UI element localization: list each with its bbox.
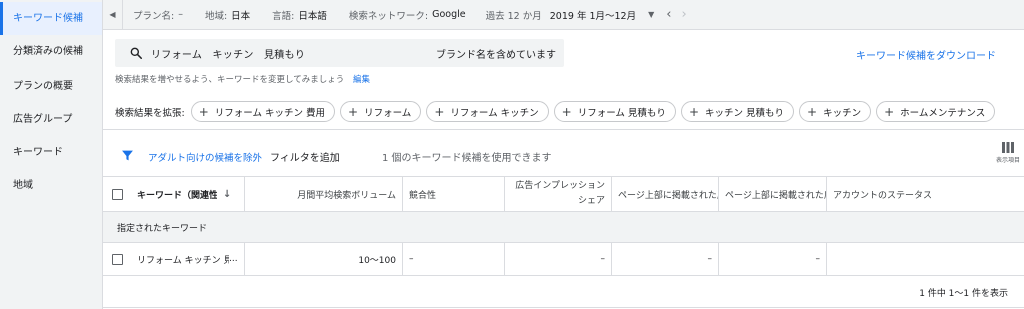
select-all-checkbox[interactable] [111, 188, 123, 200]
network-label: 検索ネットワーク: [348, 10, 429, 22]
expand-chip[interactable]: + リフォーム [340, 101, 422, 122]
expand-results-row: 検索結果を拡張: + リフォーム キッチン 費用 + リフォーム + リフォーム キッ… [103, 94, 1024, 130]
sidebar-item-plan-overview[interactable]: プランの概要 [0, 70, 102, 103]
location-label: 地域: [204, 10, 228, 22]
location-setting[interactable]: 地域: 日本 [205, 8, 250, 22]
cell-competition: – [403, 243, 505, 275]
sidebar-item-keyword-ideas[interactable]: キーワード候補 [0, 2, 102, 35]
expand-chip[interactable]: + リフォーム キッチン 費用 [190, 101, 336, 122]
chip-label: リフォーム 見積もり [577, 107, 666, 119]
column-impression-share[interactable]: 広告インプレッション シェア [505, 177, 612, 211]
plan-name[interactable]: プラン名: – [133, 8, 183, 22]
plan-settings-bar: ◀ プラン名: – 地域: 日本 言語: 日本語 検索ネットワーク: Googl… [103, 0, 1024, 30]
expand-chip[interactable]: + キッチン 見積もり [680, 101, 795, 122]
column-top-bid-high[interactable]: ページ上部に掲載された広告の入札単価（高額帯） [719, 177, 827, 211]
row-checkbox[interactable] [111, 253, 123, 265]
cell-account-status [827, 243, 1024, 275]
chip-label: リフォーム キッチン [450, 107, 539, 119]
cell-keyword: リフォーム キッチン 見積もり... [131, 243, 245, 275]
sidebar-item-keywords[interactable]: キーワード [0, 136, 102, 169]
chip-label: リフォーム [364, 107, 412, 119]
chip-label: キッチン [823, 107, 862, 119]
column-top-bid-low[interactable]: ページ上部に掲載された広告の入札単価（低額帯） [612, 177, 719, 211]
network-setting[interactable]: 検索ネットワーク: Google [349, 8, 466, 22]
columns-icon [1002, 142, 1014, 153]
expand-chip[interactable]: + リフォーム 見積もり [553, 101, 676, 122]
search-hint: 検索結果を増やせるよう、キーワードを変更してみましょう 編集 [115, 73, 370, 85]
keyword-text: リフォーム キッチン 見積もり [137, 255, 229, 266]
column-volume[interactable]: 月間平均検索ボリューム [245, 177, 403, 211]
chip-label: リフォーム キッチン 費用 [214, 107, 326, 119]
location-value: 日本 [231, 10, 251, 22]
language-setting[interactable]: 言語: 日本語 [272, 8, 327, 22]
columns-button[interactable]: 表示項目 [996, 142, 1020, 164]
plus-icon: + [884, 104, 895, 119]
keyword-search-box[interactable]: リフォーム キッチン 見積もり ブランド名を含めています [115, 39, 564, 67]
chevron-right-icon[interactable]: › [681, 7, 686, 22]
sidebar: キーワード候補 分類済みの候補 プランの概要 広告グループ キーワード 地域 [0, 0, 103, 309]
pagination-summary: 1 件中 1〜1 件を表示 [919, 289, 1008, 299]
plan-name-label: プラン名: [133, 10, 175, 22]
triangle-left-icon: ◀ [109, 10, 116, 19]
section-specified-keywords: 指定されたキーワード [103, 212, 1024, 243]
columns-label: 表示項目 [996, 157, 1021, 164]
column-keyword-label: キーワード（関連性によって並べ替え） [137, 190, 217, 201]
chevron-left-icon[interactable]: ‹ [666, 7, 671, 22]
plus-icon: + [434, 104, 445, 119]
exclude-adult-filter[interactable]: アダルト向けの候補を除外 [148, 150, 262, 164]
search-icon [130, 47, 143, 60]
row-checkbox-cell [103, 243, 131, 275]
keyword-table: キーワード（関連性によって並べ替え） ↓ 月間平均検索ボリューム 競合性 広告イ… [103, 176, 1024, 276]
period-range: 2019 年 1月〜12月 [549, 10, 637, 22]
header-checkbox-cell [103, 177, 131, 211]
table-header: キーワード（関連性によって並べ替え） ↓ 月間平均検索ボリューム 競合性 広告イ… [103, 176, 1024, 212]
search-section: リフォーム キッチン 見積もり ブランド名を含めています キーワード候補をダウン… [103, 30, 1024, 90]
period-label: 過去 12 か月 [485, 10, 542, 22]
plus-icon: + [688, 104, 699, 119]
cell-top-bid-low: – [612, 243, 719, 275]
sidebar-item-grouped-ideas[interactable]: 分類済みの候補 [0, 35, 102, 68]
plus-icon: + [561, 104, 572, 119]
column-account-status[interactable]: アカウントのステータス [827, 177, 1024, 211]
search-query: リフォーム キッチン 見積もり [151, 49, 306, 61]
date-navigation: ‹ › [666, 7, 686, 22]
column-impression-share-label: 広告インプレッション シェア [515, 181, 605, 206]
cell-volume: 10〜100 [245, 243, 403, 275]
ellipsis: ... [229, 254, 238, 264]
expand-chip[interactable]: + キッチン [799, 101, 872, 122]
table-row: リフォーム キッチン 見積もり... 10〜100 – – – – [103, 243, 1024, 276]
language-label: 言語: [272, 10, 295, 22]
dropdown-caret-icon: ▼ [648, 10, 655, 19]
plus-icon: + [198, 104, 209, 119]
language-value: 日本語 [298, 10, 327, 22]
edit-link[interactable]: 編集 [353, 75, 370, 85]
expand-chip[interactable]: + ホームメンテナンス [876, 101, 996, 122]
cell-impression-share: – [505, 243, 612, 275]
filter-icon[interactable] [121, 149, 134, 162]
sort-arrow-down-icon[interactable]: ↓ [223, 189, 231, 200]
search-hint-text: 検索結果を増やせるよう、キーワードを変更してみましょう [115, 75, 345, 85]
chip-label: ホームメンテナンス [900, 107, 986, 119]
sidebar-item-ad-groups[interactable]: 広告グループ [0, 103, 102, 136]
ideas-count-note: 1 個のキーワード候補を使用できます [382, 153, 552, 164]
date-range-selector[interactable]: 過去 12 か月 2019 年 1月〜12月 ▼ [486, 8, 655, 22]
cell-top-bid-high: – [719, 243, 827, 275]
collapse-sidebar-button[interactable]: ◀ [103, 0, 123, 30]
plus-icon: + [807, 104, 818, 119]
download-keyword-ideas-link[interactable]: キーワード候補をダウンロード [856, 47, 996, 62]
filter-row: アダルト向けの候補を除外 フィルタを追加 1 個のキーワード候補を使用できます … [103, 138, 1024, 174]
expand-label: 検索結果を拡張: [115, 107, 185, 119]
network-value: Google [432, 9, 466, 20]
column-competition[interactable]: 競合性 [403, 177, 505, 211]
plan-name-value: – [178, 9, 183, 20]
plus-icon: + [348, 104, 359, 119]
column-keyword[interactable]: キーワード（関連性によって並べ替え） ↓ [131, 177, 245, 211]
brand-note: ブランド名を含めています [436, 49, 556, 61]
expand-chip[interactable]: + リフォーム キッチン [426, 101, 549, 122]
chip-label: キッチン 見積もり [705, 107, 785, 119]
sidebar-item-locations[interactable]: 地域 [0, 169, 102, 202]
add-filter-button[interactable]: フィルタを追加 [270, 149, 340, 164]
